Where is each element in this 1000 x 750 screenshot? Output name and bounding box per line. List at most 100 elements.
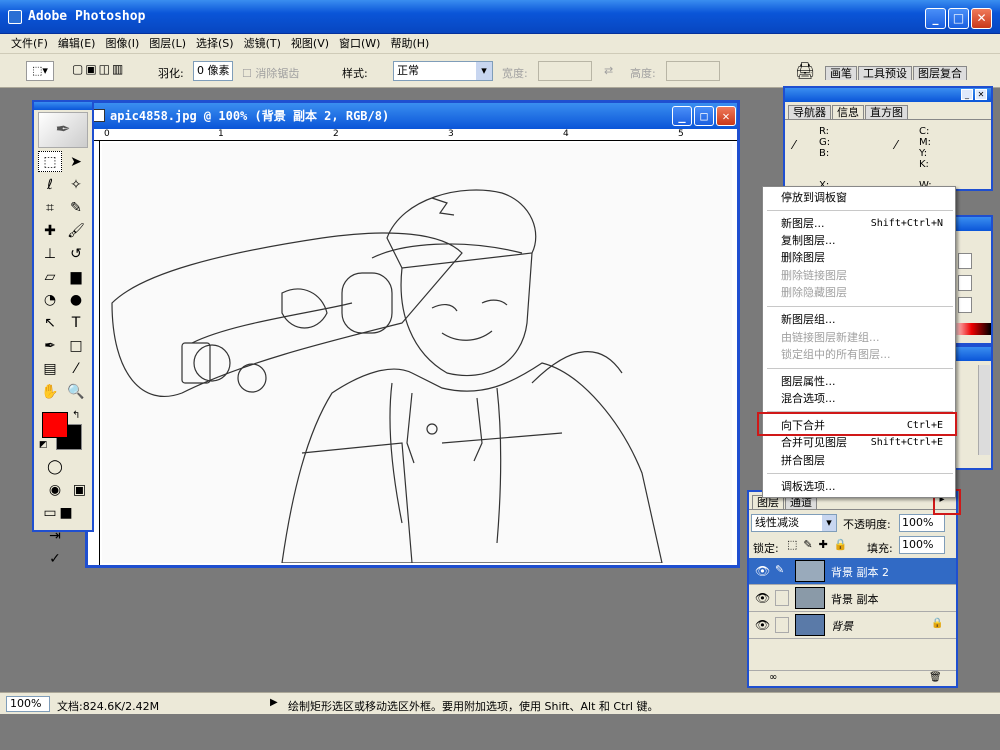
crop-tool-icon[interactable]: ⌗ xyxy=(38,198,62,219)
healing-brush-tool-icon[interactable]: ✚ xyxy=(38,221,62,242)
color-palette-header[interactable] xyxy=(952,217,991,231)
tab-brushes[interactable]: 画笔 xyxy=(825,66,857,80)
blur-tool-icon[interactable]: ◔ xyxy=(38,290,62,311)
magic-wand-tool-icon[interactable]: ✧ xyxy=(64,175,88,196)
layer-row[interactable]: 👁 背景 副本 xyxy=(749,585,956,612)
palette-scrollbar[interactable] xyxy=(978,365,990,455)
swap-icon[interactable]: ⇄ xyxy=(604,64,613,77)
menu-item-duplicate-layer[interactable]: 复制图层... xyxy=(781,233,951,249)
menu-item-merge-visible[interactable]: 合并可见图层 Shift+Ctrl+E xyxy=(781,435,951,451)
opacity-input[interactable]: 100% xyxy=(899,514,945,532)
swap-colors-icon[interactable]: ↰ xyxy=(72,410,80,421)
menu-edit[interactable]: 编辑(E) xyxy=(53,34,101,54)
close-button[interactable]: ✕ xyxy=(971,8,992,29)
color-field[interactable] xyxy=(958,297,972,313)
menu-layer[interactable]: 图层(L) xyxy=(144,34,191,54)
zoom-input[interactable]: 100% xyxy=(6,696,50,712)
link-box[interactable] xyxy=(775,617,789,633)
menu-item-dock[interactable]: 停放到调板窗 xyxy=(781,190,951,206)
marquee-preset-icon[interactable]: ⬚▾ xyxy=(26,61,54,81)
move-tool-icon[interactable]: ➤ xyxy=(64,152,88,173)
palette-minimize-button[interactable]: _ xyxy=(961,89,973,100)
styles-palette-header[interactable] xyxy=(952,347,991,361)
edit-in-imageready-icon[interactable]: ✓ xyxy=(43,549,67,570)
tab-tool-presets[interactable]: 工具预设 xyxy=(858,66,912,80)
foreground-color-swatch[interactable] xyxy=(42,412,68,438)
tab-layer-comps[interactable]: 图层复合 xyxy=(913,66,967,80)
rect-marquee-tool-icon[interactable]: ⬚ xyxy=(38,151,62,172)
trash-icon[interactable]: 🗑 xyxy=(929,672,942,683)
hand-tool-icon[interactable]: ✋ xyxy=(38,382,62,403)
layer-row[interactable]: 👁 ✎ 背景 副本 2 xyxy=(749,558,956,585)
selection-mode-icons[interactable]: ▢▣◫▥ xyxy=(72,62,140,80)
zoom-tool-icon[interactable]: 🔍 xyxy=(64,382,88,403)
tab-info[interactable]: 信息 xyxy=(832,105,864,119)
palette-close-button[interactable]: ✕ xyxy=(975,89,987,100)
tab-navigator[interactable]: 导航器 xyxy=(788,105,831,119)
screen-mode-standard-icon[interactable]: ▣ xyxy=(73,480,87,501)
eraser-tool-icon[interactable]: ▱ xyxy=(38,267,62,288)
menu-item-new-layer[interactable]: 新图层... Shift+Ctrl+N xyxy=(781,216,951,232)
tab-histogram[interactable]: 直方图 xyxy=(865,105,908,119)
feather-logo-icon[interactable]: ✒ xyxy=(38,112,88,148)
eye-icon[interactable]: 👁 xyxy=(755,591,770,605)
eye-icon[interactable]: 👁 xyxy=(755,564,770,578)
eyedropper-tool-icon[interactable]: ⁄ xyxy=(64,359,88,380)
lock-icons[interactable]: ⬚✎✚🔒 xyxy=(787,538,854,551)
layer-name[interactable]: 背景 xyxy=(831,618,853,634)
pen-tool-icon[interactable]: ✒ xyxy=(38,336,62,357)
menu-item-layer-properties[interactable]: 图层属性... xyxy=(781,374,951,390)
height-input[interactable] xyxy=(666,61,720,81)
menu-filter[interactable]: 滤镜(T) xyxy=(239,34,286,54)
gradient-tool-icon[interactable]: ▆ xyxy=(64,267,88,288)
menu-item-blending-options[interactable]: 混合选项... xyxy=(781,391,951,407)
notes-tool-icon[interactable]: ▤ xyxy=(38,359,62,380)
eye-icon[interactable]: 👁 xyxy=(755,618,770,632)
doc-minimize-button[interactable]: _ xyxy=(672,106,692,126)
feather-input[interactable]: 0 像素 xyxy=(193,61,233,81)
menu-item-delete-layer[interactable]: 删除图层 xyxy=(781,250,951,266)
fill-input[interactable]: 100% xyxy=(899,536,945,554)
document-size-info[interactable]: 文档:824.6K/2.42M xyxy=(57,698,159,714)
menu-window[interactable]: 窗口(W) xyxy=(334,34,385,54)
screen-mode-full-icon[interactable]: ■ xyxy=(59,503,73,524)
layer-row[interactable]: 👁 背景 🔒 xyxy=(749,612,956,639)
image-canvas[interactable] xyxy=(102,143,732,563)
link-box[interactable] xyxy=(775,590,789,606)
default-colors-icon[interactable]: ◩ xyxy=(39,440,48,450)
clone-stamp-tool-icon[interactable]: ⊥ xyxy=(38,244,62,265)
path-select-tool-icon[interactable]: ↖ xyxy=(38,313,62,334)
menu-file[interactable]: 文件(F) xyxy=(6,34,53,54)
width-input[interactable] xyxy=(538,61,592,81)
antialias-checkbox[interactable]: ☐ 消除锯齿 xyxy=(242,65,299,81)
menu-image[interactable]: 图像(I) xyxy=(100,34,144,54)
history-brush-tool-icon[interactable]: ↺ xyxy=(64,244,88,265)
menu-help[interactable]: 帮助(H) xyxy=(385,34,434,54)
color-field[interactable] xyxy=(958,253,972,269)
color-ramp[interactable] xyxy=(952,323,991,335)
lasso-tool-icon[interactable]: ℓ xyxy=(38,175,62,196)
type-tool-icon[interactable]: T xyxy=(64,313,88,334)
standard-mode-icon[interactable]: ◯ xyxy=(43,457,67,478)
quick-mask-icon[interactable]: ◉ xyxy=(43,480,67,501)
link-layers-icon[interactable]: ∞ xyxy=(769,672,777,683)
maximize-button[interactable]: □ xyxy=(948,8,969,29)
menu-select[interactable]: 选择(S) xyxy=(191,34,239,54)
tools-palette-header[interactable] xyxy=(34,102,92,110)
dodge-tool-icon[interactable]: ● xyxy=(64,290,88,311)
slice-tool-icon[interactable]: ✎ xyxy=(64,198,88,219)
menu-view[interactable]: 视图(V) xyxy=(286,34,334,54)
layer-name[interactable]: 背景 副本 2 xyxy=(831,564,889,580)
brush-link-icon[interactable]: ✎ xyxy=(775,563,789,579)
horizontal-ruler[interactable]: 0 1 2 3 4 5 xyxy=(88,129,737,141)
doc-maximize-button[interactable]: □ xyxy=(694,106,714,126)
minimize-button[interactable]: _ xyxy=(925,8,946,29)
brush-tool-icon[interactable]: 🖌 xyxy=(64,221,88,242)
layer-name[interactable]: 背景 副本 xyxy=(831,591,879,607)
shape-tool-icon[interactable]: □ xyxy=(64,336,88,357)
style-select[interactable]: 正常 ▾ xyxy=(393,61,493,81)
jump-to-imageready-icon[interactable]: ⇥ xyxy=(43,526,67,547)
color-field[interactable] xyxy=(958,275,972,291)
doc-close-button[interactable]: ✕ xyxy=(716,106,736,126)
menu-item-palette-options[interactable]: 调板选项... xyxy=(781,479,951,495)
